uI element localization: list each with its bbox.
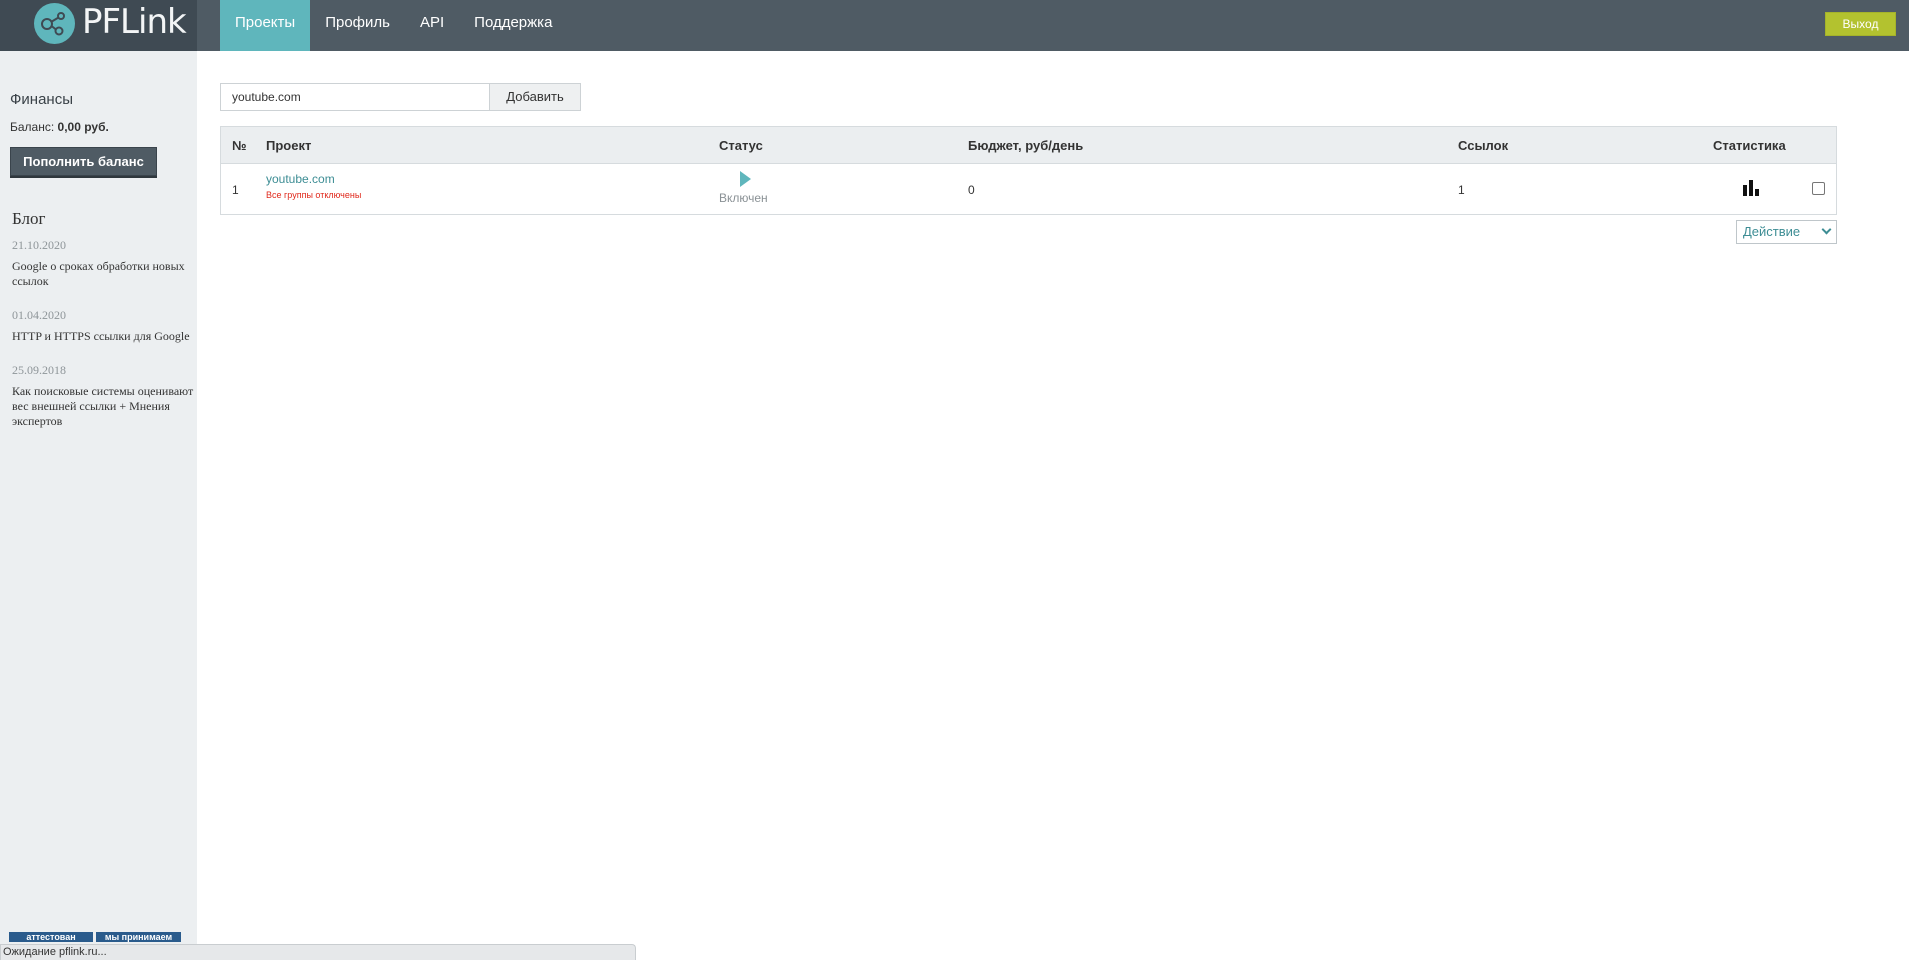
play-icon[interactable] <box>740 171 751 187</box>
finance-title: Финансы <box>10 91 73 108</box>
projects-table: № Проект Статус Бюджет, руб/день Ссылок … <box>220 126 1837 215</box>
chevron-down-icon <box>1821 224 1832 235</box>
blog-post: 25.09.2018 Как поисковые системы оценива… <box>12 363 197 429</box>
topup-balance-button[interactable]: Пополнить баланс <box>10 147 157 176</box>
add-project-form: Добавить <box>220 83 581 111</box>
header-budget: Бюджет, руб/день <box>968 138 1084 153</box>
blog-post-date: 01.04.2020 <box>12 308 66 322</box>
row-checkbox[interactable] <box>1812 182 1825 195</box>
blog-post: 21.10.2020 Google о сроках обработки нов… <box>12 238 197 289</box>
balance-value: 0,00 руб. <box>57 120 109 134</box>
certified-badge[interactable]: аттестован <box>9 932 93 942</box>
logout-button[interactable]: Выход <box>1825 12 1896 36</box>
blog-post-date: 25.09.2018 <box>12 363 66 377</box>
blog-post-link[interactable]: Как поисковые системы оценивают вес внеш… <box>12 384 197 429</box>
top-navbar: PFLink Проекты Профиль API Поддержка Вых… <box>0 0 1909 51</box>
blog-post: 01.04.2020 HTTP и HTTPS ссылки для Googl… <box>12 308 197 344</box>
payment-badge[interactable]: мы принимаем <box>96 932 181 942</box>
nav-api[interactable]: API <box>405 0 459 51</box>
table-row: 1 youtube.com Все группы отключены Включ… <box>221 164 1836 214</box>
status-text: Включен <box>719 191 768 205</box>
blog-post-date: 21.10.2020 <box>12 238 66 252</box>
header-project: Проект <box>266 138 312 153</box>
project-link[interactable]: youtube.com <box>266 172 361 186</box>
nav-profile[interactable]: Профиль <box>310 0 405 51</box>
header-number: № <box>232 138 247 153</box>
action-select[interactable]: Действие <box>1736 220 1837 244</box>
action-select-value: Действие <box>1743 224 1801 239</box>
row-number: 1 <box>232 183 239 197</box>
bar-chart-icon[interactable] <box>1742 179 1760 197</box>
browser-statusbar: Ожидание pflink.ru... <box>0 944 636 960</box>
add-project-button[interactable]: Добавить <box>490 83 581 111</box>
main-nav: Проекты Профиль API Поддержка <box>220 0 567 51</box>
logo-icon <box>34 3 75 44</box>
header-status: Статус <box>719 138 763 153</box>
blog-title: Блог <box>12 209 46 228</box>
nav-projects[interactable]: Проекты <box>220 0 311 51</box>
header-links: Ссылок <box>1458 138 1509 153</box>
logo-text: PFLink <box>82 2 187 42</box>
sidebar: Финансы Баланс: 0,00 руб. Пополнить бала… <box>0 51 197 960</box>
balance-label: Баланс: <box>10 120 55 134</box>
logo[interactable]: PFLink <box>0 0 197 51</box>
project-warning: Все группы отключены <box>266 190 362 200</box>
balance-text: Баланс: 0,00 руб. <box>10 120 109 134</box>
links-count: 1 <box>1458 183 1465 197</box>
blog-post-link[interactable]: Google о сроках обработки новых ссылок <box>12 259 197 289</box>
nav-support[interactable]: Поддержка <box>459 0 567 51</box>
header-statistics: Статистика <box>1713 138 1786 153</box>
project-url-input[interactable] <box>220 83 490 111</box>
table-header: № Проект Статус Бюджет, руб/день Ссылок … <box>221 127 1836 164</box>
blog-post-link[interactable]: HTTP и HTTPS ссылки для Google <box>12 329 197 344</box>
budget-value: 0 <box>968 183 975 197</box>
project-cell: youtube.com Все группы отключены <box>266 172 361 200</box>
